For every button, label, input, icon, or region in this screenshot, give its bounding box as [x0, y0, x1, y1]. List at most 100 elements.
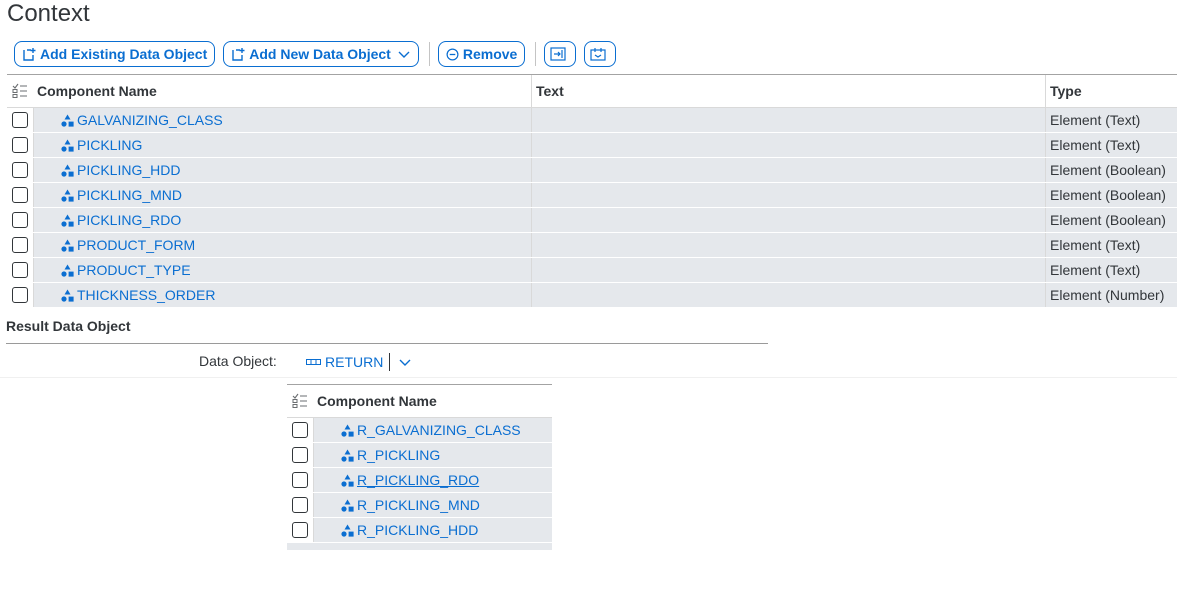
add-existing-label: Add Existing Data Object	[40, 46, 208, 62]
table-row[interactable]: PICKLING_RDO Element (Boolean)	[7, 208, 1177, 233]
table-row[interactable]: GALVANIZING_CLASS Element (Text)	[7, 108, 1177, 133]
row-checkbox[interactable]	[12, 137, 28, 153]
type-cell: Element (Text)	[1045, 108, 1177, 132]
table-row[interactable]: R_PICKLING_HDD	[287, 518, 552, 543]
component-name-link[interactable]: GALVANIZING_CLASS	[77, 112, 223, 128]
chevron-down-icon[interactable]	[398, 355, 412, 369]
collapse-all-button[interactable]	[584, 41, 617, 67]
row-checkbox[interactable]	[292, 497, 308, 513]
row-checkbox[interactable]	[292, 447, 308, 463]
table-row[interactable]: THICKNESS_ORDER Element (Number)	[7, 283, 1177, 308]
structure-icon	[306, 359, 321, 365]
context-table-body: GALVANIZING_CLASS Element (Text) PICKLING E…	[7, 108, 1177, 308]
row-selector	[7, 108, 33, 132]
row-checkbox[interactable]	[12, 212, 28, 228]
component-name-link[interactable]: PRODUCT_FORM	[77, 237, 195, 253]
row-checkbox[interactable]	[12, 112, 28, 128]
component-name-link[interactable]: PICKLING	[77, 137, 142, 153]
component-name-link[interactable]: R_GALVANIZING_CLASS	[357, 422, 521, 438]
text-cell	[531, 133, 1045, 157]
select-all-button[interactable]	[287, 385, 313, 417]
column-header-component-name[interactable]: Component Name	[33, 75, 531, 107]
result-table: Component Name R_GALVANIZING_CLASS R_PICK…	[287, 384, 552, 550]
text-cell	[531, 233, 1045, 257]
divider-faint	[0, 377, 1177, 378]
table-row[interactable]: R_PICKLING_RDO	[287, 468, 552, 493]
type-cell: Element (Boolean)	[1045, 158, 1177, 182]
row-checkbox[interactable]	[12, 262, 28, 278]
text-cell	[531, 183, 1045, 207]
element-icon	[61, 114, 74, 127]
component-name-link[interactable]: PICKLING_MND	[77, 187, 182, 203]
table-header: Component Name Text Type	[7, 74, 1177, 108]
text-cell	[531, 208, 1045, 232]
remove-button[interactable]: Remove	[437, 41, 526, 67]
row-checkbox[interactable]	[292, 422, 308, 438]
component-name-cell: R_PICKLING_RDO	[313, 468, 552, 492]
component-name-link[interactable]: R_PICKLING_RDO	[357, 472, 479, 488]
row-selector	[7, 233, 33, 257]
table-row[interactable]: PICKLING Element (Text)	[7, 133, 1177, 158]
type-cell: Element (Number)	[1045, 283, 1177, 307]
element-icon	[61, 264, 74, 277]
row-checkbox[interactable]	[12, 237, 28, 253]
add-new-data-object-button[interactable]: Add New Data Object	[223, 41, 419, 67]
table-row[interactable]: PICKLING_HDD Element (Boolean)	[7, 158, 1177, 183]
component-name-link[interactable]: R_PICKLING_HDD	[357, 522, 478, 538]
component-name-link[interactable]: PICKLING_HDD	[77, 162, 180, 178]
component-name-cell: R_PICKLING_HDD	[313, 518, 552, 542]
table-row[interactable]: PRODUCT_FORM Element (Text)	[7, 233, 1177, 258]
component-name-cell: PICKLING_MND	[33, 183, 531, 207]
row-selector	[287, 518, 313, 542]
row-selector	[287, 468, 313, 492]
component-name-link[interactable]: R_PICKLING	[357, 447, 440, 463]
table-row[interactable]: R_GALVANIZING_CLASS	[287, 418, 552, 443]
element-icon	[61, 214, 74, 227]
row-checkbox[interactable]	[12, 287, 28, 303]
add-existing-data-object-button[interactable]: Add Existing Data Object	[14, 41, 216, 67]
element-icon	[61, 139, 74, 152]
table-row[interactable]: R_PICKLING_MND	[287, 493, 552, 518]
expand-all-button[interactable]	[544, 41, 577, 67]
table-row[interactable]: PICKLING_MND Element (Boolean)	[7, 183, 1177, 208]
context-table: Component Name Text Type GALVANIZING_CLA…	[7, 74, 1177, 308]
remove-icon	[446, 48, 459, 60]
data-object-field[interactable]: RETURN	[306, 353, 416, 371]
text-cell	[531, 258, 1045, 282]
type-cell: Element (Boolean)	[1045, 183, 1177, 207]
text-cell	[531, 158, 1045, 182]
row-selector	[7, 133, 33, 157]
element-icon	[61, 189, 74, 202]
component-name-link[interactable]: PRODUCT_TYPE	[77, 262, 191, 278]
row-checkbox[interactable]	[292, 472, 308, 488]
row-checkbox[interactable]	[12, 162, 28, 178]
element-icon	[341, 524, 354, 537]
result-table-body: R_GALVANIZING_CLASS R_PICKLING R_PICKLING_…	[287, 418, 552, 543]
divider	[6, 343, 768, 344]
result-data-object-title: Result Data Object	[6, 318, 131, 334]
table-row[interactable]: R_PICKLING	[287, 443, 552, 468]
component-name-cell: PRODUCT_FORM	[33, 233, 531, 257]
column-header-type[interactable]: Type	[1045, 75, 1177, 107]
element-icon	[341, 449, 354, 462]
component-name-link[interactable]: PICKLING_RDO	[77, 212, 181, 228]
table-row[interactable]: PRODUCT_TYPE Element (Text)	[7, 258, 1177, 283]
data-object-link[interactable]: RETURN	[325, 354, 383, 370]
row-selector	[287, 493, 313, 517]
component-name-link[interactable]: THICKNESS_ORDER	[77, 287, 215, 303]
select-all-button[interactable]	[7, 75, 33, 107]
column-header-text[interactable]: Text	[531, 75, 1045, 107]
chevron-down-icon	[398, 51, 410, 58]
result-table-footer	[287, 543, 552, 550]
component-name-link[interactable]: R_PICKLING_MND	[357, 497, 480, 513]
type-cell: Element (Text)	[1045, 133, 1177, 157]
add-new-icon	[232, 48, 245, 61]
component-name-cell: R_GALVANIZING_CLASS	[313, 418, 552, 442]
row-checkbox[interactable]	[12, 187, 28, 203]
column-header-component-name[interactable]: Component Name	[313, 385, 552, 417]
component-name-cell: R_PICKLING_MND	[313, 493, 552, 517]
row-selector	[7, 183, 33, 207]
remove-label: Remove	[462, 46, 518, 62]
row-checkbox[interactable]	[292, 522, 308, 538]
row-selector	[7, 283, 33, 307]
